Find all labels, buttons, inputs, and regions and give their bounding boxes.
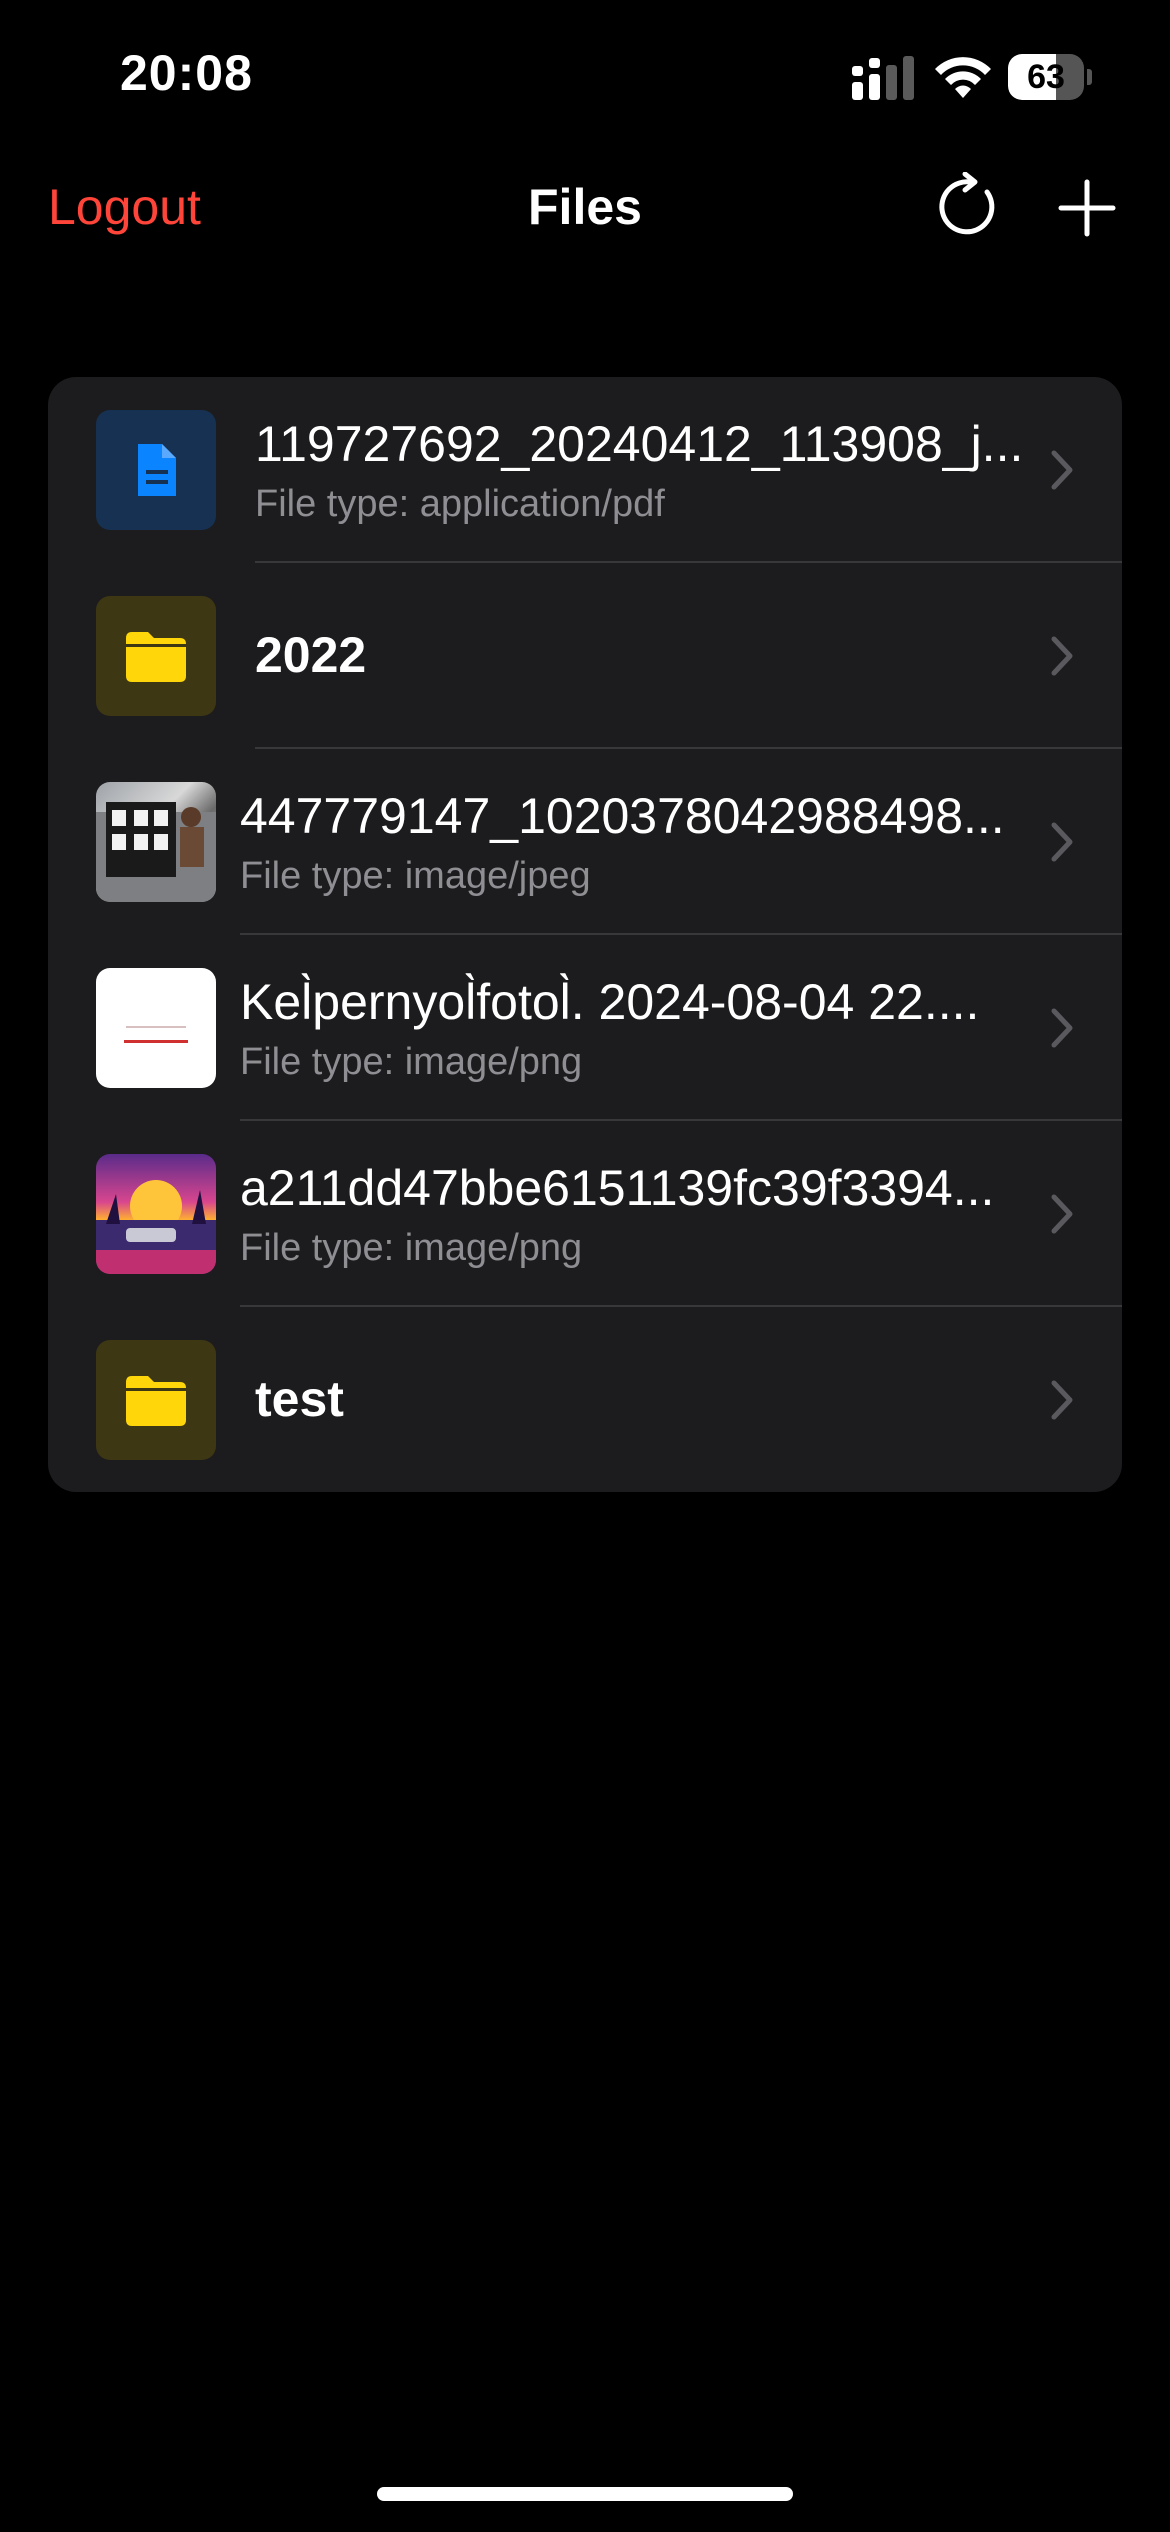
- folder-icon: [96, 1340, 216, 1460]
- file-name: 447779147_1020378042988498...: [240, 788, 1005, 844]
- home-indicator[interactable]: [377, 2487, 793, 2501]
- list-item[interactable]: a211dd47bbe6151139fc39f3394... File type…: [48, 1121, 1122, 1307]
- status-time: 20:08: [120, 45, 253, 101]
- file-list: 119727692_20240412_113908_j... File type…: [48, 377, 1122, 1492]
- list-item[interactable]: 119727692_20240412_113908_j... File type…: [48, 377, 1122, 563]
- file-type: File type: image/jpeg: [240, 855, 591, 897]
- list-item[interactable]: 447779147_1020378042988498... File type:…: [48, 749, 1122, 935]
- wifi-icon: [935, 57, 991, 98]
- chevron-right-icon: [1051, 1194, 1073, 1234]
- refresh-icon[interactable]: [935, 172, 1005, 242]
- file-type: File type: image/png: [240, 1227, 583, 1269]
- chevron-right-icon: [1051, 450, 1073, 490]
- list-item[interactable]: Kel̀pernyol̀fotol̀. 2024-08-04 22.... Fi…: [48, 935, 1122, 1121]
- folder-icon: [96, 596, 216, 716]
- navigation-bar: Logout Files: [0, 150, 1170, 270]
- chevron-right-icon: [1051, 1008, 1073, 1048]
- logout-button[interactable]: Logout: [48, 178, 201, 236]
- list-item[interactable]: 2022: [48, 563, 1122, 749]
- screenshot-thumbnail: [96, 968, 216, 1088]
- folder-name: 2022: [255, 627, 367, 683]
- cellular-signal-icon: [852, 56, 914, 100]
- list-item[interactable]: test: [48, 1307, 1122, 1492]
- plus-icon[interactable]: [1057, 178, 1117, 238]
- file-name: 119727692_20240412_113908_j...: [255, 416, 1024, 472]
- photo-thumbnail: [96, 782, 216, 902]
- battery-level: 63: [1027, 58, 1065, 96]
- file-type: File type: image/png: [240, 1041, 583, 1083]
- chevron-right-icon: [1051, 822, 1073, 862]
- screen: 20:08 63 Logout Files 119727692_20240412…: [0, 0, 1170, 2532]
- file-name: Kel̀pernyol̀fotol̀. 2024-08-04 22....: [240, 974, 980, 1030]
- chevron-right-icon: [1051, 1380, 1073, 1420]
- sunset-thumbnail: [96, 1154, 216, 1274]
- status-bar: 20:08 63: [0, 0, 1170, 150]
- chevron-right-icon: [1051, 636, 1073, 676]
- file-name: a211dd47bbe6151139fc39f3394...: [240, 1160, 995, 1216]
- battery-icon: 63: [1008, 54, 1092, 100]
- file-type: File type: application/pdf: [255, 483, 665, 525]
- folder-name: test: [255, 1371, 344, 1427]
- document-icon: [96, 410, 216, 530]
